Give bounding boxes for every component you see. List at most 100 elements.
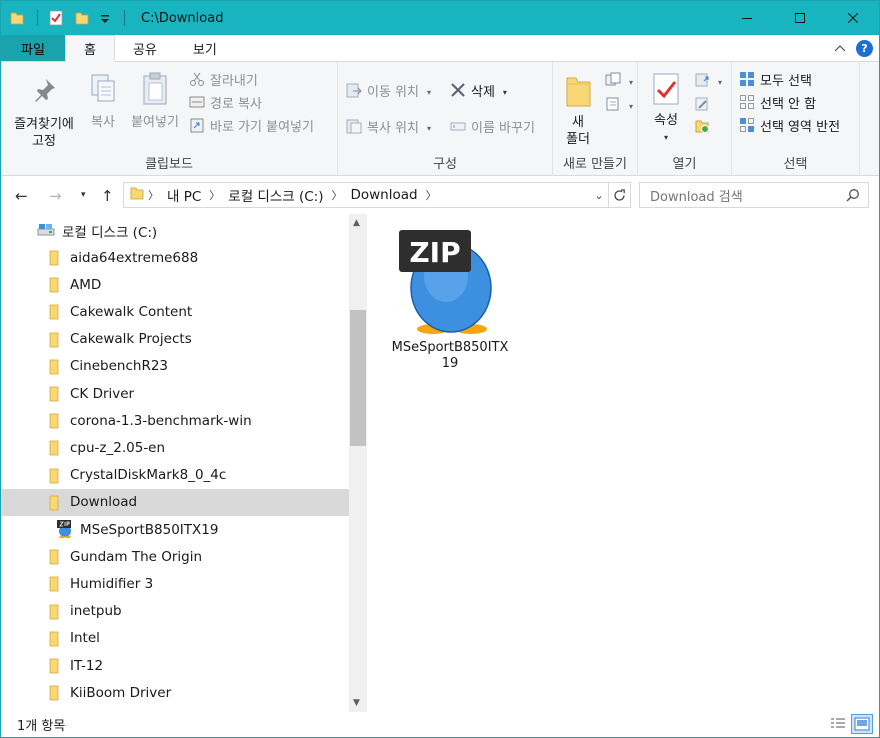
- tree-item-local-disk[interactable]: 로컬 디스크 (C:): [1, 217, 349, 244]
- folder-icon: [49, 304, 59, 324]
- breadcrumb-this-pc[interactable]: 내 PC: [167, 185, 201, 205]
- breadcrumb-local-disk[interactable]: 로컬 디스크 (C:): [228, 185, 323, 205]
- select-all-button[interactable]: 모두 선택: [739, 71, 812, 92]
- pin-label-line1: 즐겨찾기에: [14, 117, 74, 132]
- pin-to-quick-access-button[interactable]: 즐겨찾기에 고정: [7, 76, 81, 150]
- tree-item-folder[interactable]: CK Driver: [1, 380, 349, 407]
- folder-icon: [130, 186, 144, 204]
- tab-file[interactable]: 파일: [1, 35, 65, 61]
- copy-button[interactable]: 복사: [85, 72, 121, 131]
- tree-item-folder[interactable]: Cakewalk Content: [1, 298, 349, 325]
- tree-item-folder[interactable]: aida64extreme688: [1, 244, 349, 271]
- window-title: C:\Download: [141, 10, 224, 26]
- navigation-bar: ← → ▾ ↑ 〉 내 PC 〉 로컬 디스크 (C:) 〉 Download …: [1, 176, 879, 214]
- folder-icon: [49, 468, 59, 488]
- breadcrumb-separator[interactable]: 〉: [331, 187, 342, 203]
- tab-view[interactable]: 보기: [175, 35, 235, 61]
- move-to-button[interactable]: 이동 위치 ▾: [346, 82, 431, 103]
- toolbar-divider: [124, 10, 125, 26]
- paste-shortcut-icon: [189, 117, 205, 138]
- forward-arrow-icon[interactable]: →: [49, 187, 62, 205]
- select-none-button[interactable]: 선택 안 함: [739, 94, 816, 115]
- tab-share[interactable]: 공유: [115, 35, 175, 61]
- breadcrumb-separator[interactable]: 〉: [426, 187, 437, 203]
- breadcrumb-separator[interactable]: 〉: [148, 187, 159, 203]
- tree-item-label: Download: [70, 494, 138, 511]
- properties-icon[interactable]: [48, 10, 64, 26]
- scroll-down-arrow-icon[interactable]: ▼: [353, 698, 360, 708]
- new-folder-icon[interactable]: [74, 10, 90, 26]
- tree-item-label: KiiBoom Driver: [70, 684, 172, 701]
- tree-item-label: CinebenchR23: [70, 358, 169, 375]
- breadcrumb-download[interactable]: Download: [350, 187, 417, 203]
- navigation-scrollbar[interactable]: ▲ ▼: [349, 214, 367, 712]
- tree-item-folder[interactable]: AMD: [1, 271, 349, 298]
- copy-to-button[interactable]: 복사 위치 ▾: [346, 118, 431, 139]
- details-view-icon[interactable]: [827, 714, 849, 734]
- history-button[interactable]: [694, 118, 710, 139]
- search-box[interactable]: Download 검색: [639, 182, 869, 208]
- tree-item-file[interactable]: MSeSportB850ITX19: [1, 516, 349, 543]
- tree-item-folder[interactable]: inetpub: [1, 598, 349, 625]
- breadcrumb-separator[interactable]: 〉: [209, 187, 220, 203]
- tree-item-folder[interactable]: Cakewalk Projects: [1, 326, 349, 353]
- tree-item-label: Intel: [70, 630, 100, 647]
- new-folder-button[interactable]: 새 폴더: [559, 72, 597, 148]
- tree-item-folder[interactable]: Download: [1, 488, 349, 516]
- open-button[interactable]: ▾: [694, 72, 722, 93]
- refresh-icon[interactable]: [608, 183, 630, 207]
- address-history-chevron-icon[interactable]: ⌄: [590, 189, 608, 202]
- copy-path-button[interactable]: 경로 복사: [189, 94, 262, 115]
- tab-home[interactable]: 홈: [65, 35, 115, 62]
- edit-button[interactable]: [694, 96, 710, 117]
- folder-icon: [49, 631, 59, 651]
- paste-button[interactable]: 붙여넣기: [126, 72, 184, 131]
- chevron-down-icon: ▾: [629, 78, 634, 87]
- invert-selection-button[interactable]: 선택 영역 반전: [739, 117, 840, 138]
- status-bar: 1개 항목: [1, 712, 879, 737]
- paste-shortcut-button[interactable]: 바로 가기 붙여넣기: [189, 117, 314, 138]
- new-folder-label-line1: 새: [572, 115, 584, 130]
- scroll-up-arrow-icon[interactable]: ▲: [353, 218, 360, 228]
- file-item[interactable]: ZIP MSeSportB850ITX19: [391, 226, 509, 372]
- search-input[interactable]: Download 검색: [650, 186, 743, 205]
- copy-to-label: 복사 위치: [367, 121, 419, 136]
- back-arrow-icon[interactable]: ←: [15, 187, 28, 205]
- minimize-button[interactable]: [720, 1, 773, 35]
- large-icons-view-icon[interactable]: [851, 714, 873, 734]
- tree-item-folder[interactable]: CinebenchR23: [1, 353, 349, 380]
- cut-button[interactable]: 잘라내기: [189, 71, 258, 92]
- tree-item-folder[interactable]: KiiBoom Driver: [1, 679, 349, 706]
- properties-button[interactable]: 속성 ▾: [646, 72, 686, 146]
- select-none-label: 선택 안 함: [760, 97, 817, 112]
- tree-item-folder[interactable]: IT-12: [1, 652, 349, 679]
- invert-selection-icon: [739, 117, 755, 138]
- delete-button[interactable]: 삭제 ▾: [450, 82, 507, 103]
- customize-toolbar-icon[interactable]: [100, 10, 110, 26]
- maximize-button[interactable]: [773, 1, 826, 35]
- tree-item-folder[interactable]: Gundam The Origin: [1, 543, 349, 570]
- tree-item-folder[interactable]: Humidifier 3: [1, 570, 349, 597]
- chevron-down-icon: ▾: [629, 102, 634, 111]
- close-button[interactable]: [826, 1, 879, 35]
- tree-item-folder[interactable]: cpu-z_2.05-en: [1, 434, 349, 461]
- new-group: 새 폴더 ▾ ▾ 새로 만들기: [553, 62, 638, 176]
- easy-access-button[interactable]: ▾: [605, 96, 633, 117]
- recent-locations-chevron-icon[interactable]: ▾: [81, 190, 86, 200]
- help-icon[interactable]: ?: [856, 39, 873, 57]
- quick-access-toolbar: [1, 1, 135, 35]
- up-arrow-icon[interactable]: ↑: [101, 187, 114, 205]
- paste-label: 붙여넣기: [131, 115, 179, 130]
- search-icon[interactable]: [846, 188, 860, 206]
- address-bar[interactable]: 〉 내 PC 〉 로컬 디스크 (C:) 〉 Download 〉 ⌄: [123, 182, 631, 208]
- tree-item-folder[interactable]: Intel: [1, 625, 349, 652]
- tree-item-folder[interactable]: CrystalDiskMark8_0_4c: [1, 462, 349, 489]
- chevron-up-icon[interactable]: [834, 41, 846, 56]
- tree-item-folder[interactable]: corona-1.3-benchmark-win: [1, 407, 349, 434]
- drive-icon: [37, 223, 55, 241]
- cut-label: 잘라내기: [210, 74, 258, 89]
- new-item-button[interactable]: ▾: [605, 72, 633, 93]
- rename-button[interactable]: 이름 바꾸기: [450, 118, 535, 139]
- scrollbar-thumb[interactable]: [350, 310, 366, 446]
- select-group: 모두 선택 선택 안 함 선택 영역 반전 선택: [732, 62, 860, 176]
